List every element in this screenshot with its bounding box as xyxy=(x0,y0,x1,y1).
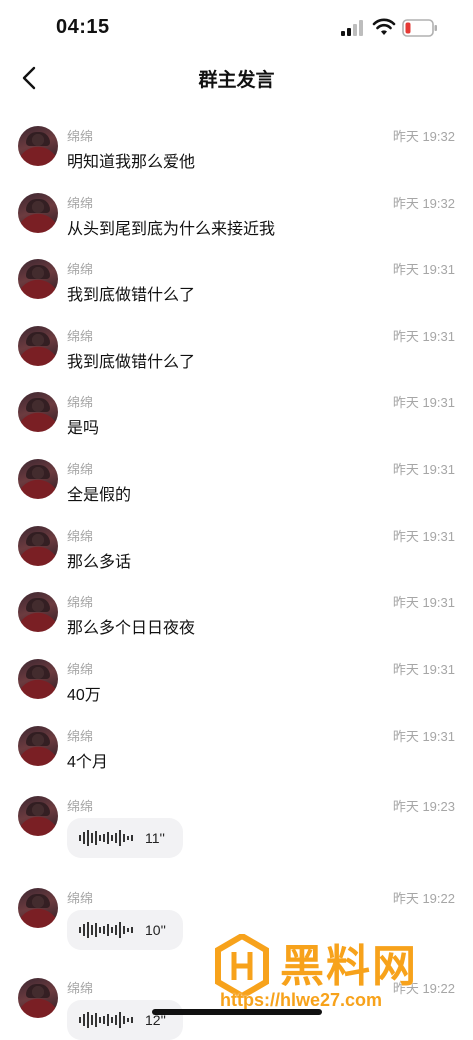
watermark-url: https://hlwe27.com xyxy=(220,990,383,1010)
sender-name: 绵绵 xyxy=(67,196,94,211)
message-time: 昨天 19:31 xyxy=(392,462,455,477)
sender-name: 绵绵 xyxy=(67,662,94,677)
avatar[interactable] xyxy=(18,259,58,299)
voice-bubble[interactable]: 10'' xyxy=(67,910,183,950)
message-time: 昨天 19:31 xyxy=(392,262,455,277)
voice-bubble[interactable]: 12'' xyxy=(67,1000,183,1040)
message-time: 昨天 19:32 xyxy=(392,196,455,211)
navigation-bar: 群主发言 xyxy=(0,56,473,100)
sender-name: 绵绵 xyxy=(67,395,94,410)
message-time: 昨天 19:32 xyxy=(392,129,455,144)
avatar[interactable] xyxy=(18,126,58,166)
sender-name: 绵绵 xyxy=(67,129,94,144)
message-text: 那么多话 xyxy=(67,554,132,571)
sender-name: 绵绵 xyxy=(67,891,94,906)
sender-name: 绵绵 xyxy=(67,799,94,814)
message-text: 从头到尾到底为什么来接近我 xyxy=(67,221,276,238)
avatar[interactable] xyxy=(18,888,58,928)
sender-name: 绵绵 xyxy=(67,981,94,996)
wifi-icon xyxy=(372,18,396,35)
sender-name: 绵绵 xyxy=(67,595,94,610)
battery-icon xyxy=(402,19,437,37)
status-time: 04:15 xyxy=(56,16,110,38)
message-time: 昨天 19:31 xyxy=(392,395,455,410)
message-time: 昨天 19:31 xyxy=(392,729,455,744)
avatar[interactable] xyxy=(18,193,58,233)
avatar[interactable] xyxy=(18,326,58,366)
message-text: 我到底做错什么了 xyxy=(67,287,196,304)
avatar[interactable] xyxy=(18,392,58,432)
avatar[interactable] xyxy=(18,459,58,499)
sender-name: 绵绵 xyxy=(67,262,94,277)
watermark-logo-icon xyxy=(215,934,269,998)
audio-wave-icon xyxy=(79,1012,133,1028)
message-text: 是吗 xyxy=(67,420,100,437)
message-time: 昨天 19:23 xyxy=(392,799,455,814)
message-text: 40万 xyxy=(67,687,101,704)
avatar[interactable] xyxy=(18,592,58,632)
sender-name: 绵绵 xyxy=(67,729,94,744)
signal-icon xyxy=(341,20,363,36)
message-time: 昨天 19:31 xyxy=(392,529,455,544)
message-time: 昨天 19:22 xyxy=(392,891,455,906)
avatar[interactable] xyxy=(18,726,58,766)
message-time: 昨天 19:31 xyxy=(392,329,455,344)
avatar[interactable] xyxy=(18,659,58,699)
voice-bubble[interactable]: 11'' xyxy=(67,818,183,858)
message-text: 4个月 xyxy=(67,754,108,771)
avatar[interactable] xyxy=(18,796,58,836)
status-bar: 04:15 xyxy=(0,0,473,56)
sender-name: 绵绵 xyxy=(67,329,94,344)
voice-duration: 11'' xyxy=(145,830,165,846)
home-indicator xyxy=(152,1009,322,1015)
voice-duration: 10'' xyxy=(145,922,166,938)
avatar[interactable] xyxy=(18,526,58,566)
message-text: 明知道我那么爱他 xyxy=(67,154,196,171)
message-text: 全是假的 xyxy=(67,487,132,504)
message-time: 昨天 19:31 xyxy=(392,662,455,677)
watermark-title: 黑料网 xyxy=(280,942,418,991)
page-title: 群主发言 xyxy=(198,70,275,91)
message-text: 那么多个日日夜夜 xyxy=(67,620,196,637)
sender-name: 绵绵 xyxy=(67,462,94,477)
avatar[interactable] xyxy=(18,978,58,1018)
audio-wave-icon xyxy=(79,830,133,846)
audio-wave-icon xyxy=(79,922,133,938)
message-time: 昨天 19:31 xyxy=(392,595,455,610)
message-text: 我到底做错什么了 xyxy=(67,354,196,371)
sender-name: 绵绵 xyxy=(67,529,94,544)
